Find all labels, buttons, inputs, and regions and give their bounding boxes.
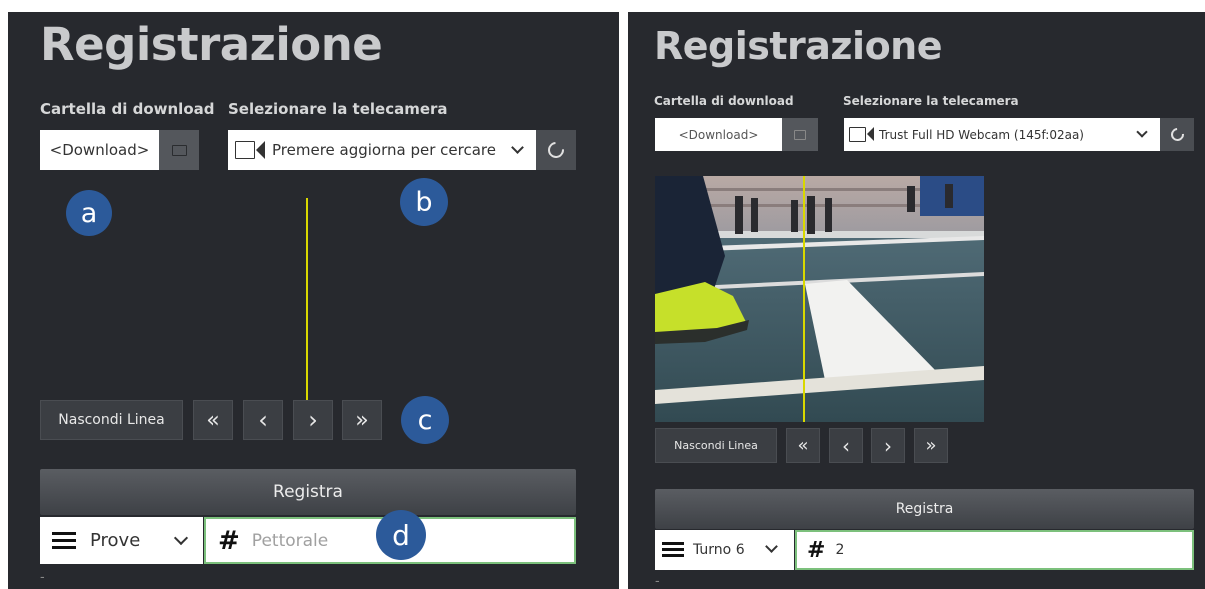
camera-select-label: Selezionare la telecamera bbox=[843, 94, 1019, 108]
bib-number-input[interactable]: # 2 bbox=[795, 530, 1194, 570]
camera-select-label: Selezionare la telecamera bbox=[228, 100, 448, 118]
refresh-cameras-button[interactable] bbox=[1160, 118, 1194, 151]
refresh-icon bbox=[544, 138, 568, 162]
category-select[interactable]: Turno 6 bbox=[655, 530, 794, 570]
chevron-down-icon bbox=[511, 141, 524, 154]
annotation-badge-c: c bbox=[401, 396, 449, 444]
record-button[interactable]: Registra bbox=[40, 469, 576, 515]
browse-folder-button[interactable] bbox=[159, 130, 199, 170]
refresh-cameras-button[interactable] bbox=[536, 130, 576, 170]
nav-prev-button[interactable]: ‹ bbox=[243, 400, 283, 440]
hash-icon: # bbox=[807, 537, 826, 563]
hash-icon: # bbox=[218, 525, 240, 556]
recording-panel-right: Registrazione Cartella di download Selez… bbox=[628, 12, 1205, 589]
hide-line-button[interactable]: Nascondi Linea bbox=[655, 428, 777, 463]
bib-number-placeholder: Pettorale bbox=[251, 530, 329, 551]
download-folder-field[interactable]: <Download> bbox=[655, 118, 782, 151]
folder-icon bbox=[794, 129, 806, 140]
status-text: - bbox=[40, 568, 45, 584]
camera-preview-image bbox=[655, 176, 984, 422]
browse-folder-button[interactable] bbox=[782, 118, 818, 151]
chevron-down-icon bbox=[1136, 126, 1148, 138]
category-select-value: Turno 6 bbox=[693, 542, 745, 558]
page-title: Registrazione bbox=[654, 24, 943, 68]
nav-last-button[interactable]: » bbox=[914, 428, 948, 463]
annotation-badge-b: b bbox=[400, 178, 448, 226]
camera-select[interactable]: Premere aggiorna per cercare bbox=[228, 130, 536, 170]
camera-select[interactable]: Trust Full HD Webcam (145f:02aa) bbox=[844, 118, 1160, 151]
camera-preview[interactable] bbox=[655, 176, 984, 422]
nav-next-button[interactable]: › bbox=[871, 428, 905, 463]
hamburger-icon bbox=[52, 531, 76, 550]
download-folder-value: <Download> bbox=[49, 141, 150, 159]
download-folder-value: <Download> bbox=[678, 127, 759, 142]
download-folder-label: Cartella di download bbox=[654, 94, 794, 108]
recording-panel-left: Registrazione Cartella di download Selez… bbox=[8, 12, 619, 589]
hamburger-icon bbox=[662, 542, 684, 558]
annotation-badge-a: a bbox=[66, 190, 112, 236]
chevron-down-icon bbox=[173, 530, 189, 546]
finish-line-marker[interactable] bbox=[306, 198, 308, 400]
record-button[interactable]: Registra bbox=[655, 489, 1194, 529]
camera-select-value: Premere aggiorna per cercare bbox=[272, 141, 496, 159]
camera-icon bbox=[849, 127, 877, 142]
camera-select-value: Trust Full HD Webcam (145f:02aa) bbox=[879, 127, 1084, 142]
nav-next-button[interactable]: › bbox=[293, 400, 333, 440]
hide-line-button[interactable]: Nascondi Linea bbox=[40, 400, 183, 440]
bib-number-value: 2 bbox=[835, 542, 845, 558]
category-select[interactable]: Prove bbox=[40, 517, 203, 564]
status-text: - bbox=[655, 572, 660, 588]
category-select-value: Prove bbox=[90, 530, 141, 551]
nav-first-button[interactable]: « bbox=[786, 428, 820, 463]
page-title: Registrazione bbox=[40, 18, 383, 71]
download-folder-field[interactable]: <Download> bbox=[40, 130, 159, 170]
nav-prev-button[interactable]: ‹ bbox=[829, 428, 863, 463]
download-folder-label: Cartella di download bbox=[40, 100, 215, 118]
nav-last-button[interactable]: » bbox=[342, 400, 382, 440]
camera-icon bbox=[235, 141, 267, 159]
nav-first-button[interactable]: « bbox=[193, 400, 233, 440]
refresh-icon bbox=[1167, 125, 1187, 144]
chevron-down-icon bbox=[765, 540, 778, 553]
annotation-badge-d: d bbox=[376, 510, 426, 560]
folder-icon bbox=[171, 144, 187, 156]
